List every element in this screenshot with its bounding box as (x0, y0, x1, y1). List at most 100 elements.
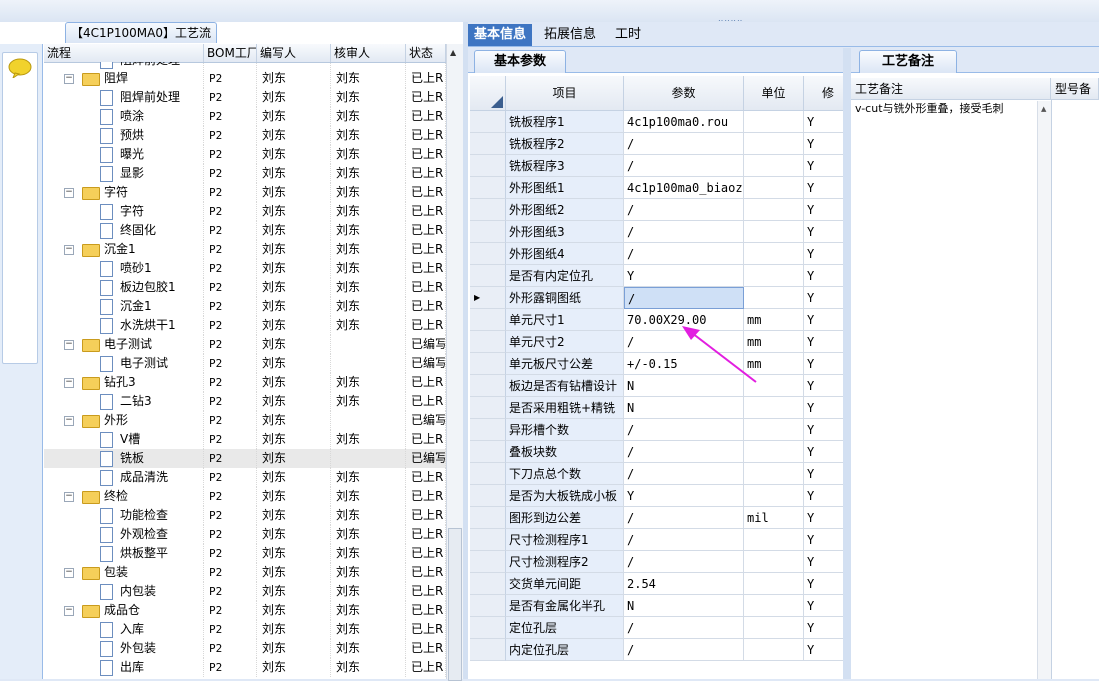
cell-bom[interactable]: P2 (204, 639, 257, 658)
cell-param-value[interactable]: / (624, 551, 744, 573)
row-indicator[interactable] (470, 309, 506, 331)
cell-status[interactable]: 已上R (406, 658, 446, 677)
tree-step-row[interactable]: 喷砂1 P2 刘东 刘东 已上R (44, 259, 446, 278)
cell-unit[interactable] (744, 463, 804, 485)
cell-unit[interactable] (744, 573, 804, 595)
cell-bom[interactable]: P2 (204, 297, 257, 316)
cell-process[interactable]: 内包装 (44, 582, 204, 601)
cell-writer[interactable]: 刘东 (257, 544, 331, 563)
tree-folder-row[interactable]: − 字符 P2 刘东 刘东 已上R (44, 183, 446, 202)
col-header-writer[interactable]: 编写人 (257, 44, 331, 62)
cell-bom[interactable]: P2 (204, 411, 257, 430)
collapse-toggle-icon[interactable]: − (64, 416, 74, 426)
tree-folder-row[interactable]: − 成品仓 P2 刘东 刘东 已上R (44, 601, 446, 620)
cell-reviewer[interactable]: 刘东 (331, 145, 406, 164)
cell-status[interactable]: 已上R (406, 392, 446, 411)
cell-unit[interactable] (744, 551, 804, 573)
cell-unit[interactable] (744, 133, 804, 155)
cell-writer[interactable]: 刘东 (257, 487, 331, 506)
tree-step-row[interactable]: 铣板 P2 刘东 已编写 (44, 449, 446, 468)
row-indicator[interactable] (470, 595, 506, 617)
row-indicator[interactable] (470, 133, 506, 155)
cell-status[interactable]: 已上R (406, 107, 446, 126)
cell-process[interactable]: 终固化 (44, 221, 204, 240)
cell-modify[interactable]: Y (804, 309, 844, 331)
cell-writer[interactable]: 刘东 (257, 278, 331, 297)
cell-modify[interactable]: Y (804, 573, 844, 595)
cell-modify[interactable]: Y (804, 529, 844, 551)
cell-process[interactable]: − 沉金1 (44, 240, 204, 259)
cell-status[interactable]: 已编写 (406, 449, 446, 468)
param-row[interactable]: 单元尺寸2/mm Y (470, 331, 844, 353)
tree-step-row[interactable]: 外观检查 P2 刘东 刘东 已上R (44, 525, 446, 544)
collapse-toggle-icon[interactable]: − (64, 188, 74, 198)
cell-modify[interactable]: Y (804, 133, 844, 155)
tree-step-row[interactable]: 曝光 P2 刘东 刘东 已上R (44, 145, 446, 164)
cell-bom[interactable]: P2 (204, 278, 257, 297)
param-row[interactable]: 板边是否有钻槽设计 N Y (470, 375, 844, 397)
tree-step-row[interactable]: 板边包胶1 P2 刘东 刘东 已上R (44, 278, 446, 297)
tree-step-row[interactable]: 入库 P2 刘东 刘东 已上R (44, 620, 446, 639)
cell-process[interactable]: 板边包胶1 (44, 278, 204, 297)
cell-writer[interactable]: 刘东 (257, 449, 331, 468)
cell-bom[interactable]: P2 (204, 354, 257, 373)
cell-param-value[interactable]: / (624, 529, 744, 551)
tree-step-row[interactable]: 成品清洗 P2 刘东 刘东 已上R (44, 468, 446, 487)
cell-reviewer[interactable]: 刘东 (331, 468, 406, 487)
param-row[interactable]: 是否为大板铣成小板 Y Y (470, 485, 844, 507)
cell-status[interactable]: 已上R (406, 88, 446, 107)
cell-process[interactable]: 预烘 (44, 126, 204, 145)
tree-step-row[interactable]: 阻焊前处理 P2 刘东 刘东 已上R (44, 88, 446, 107)
cell-param-value[interactable]: / (624, 617, 744, 639)
row-indicator[interactable] (470, 419, 506, 441)
cell-unit[interactable] (744, 221, 804, 243)
cell-bom[interactable]: P2 (204, 525, 257, 544)
cell-modify[interactable]: Y (804, 639, 844, 661)
cell-modify[interactable]: Y (804, 375, 844, 397)
tree-folder-row[interactable]: − 电子测试 P2 刘东 已编写 (44, 335, 446, 354)
cell-process[interactable]: 外包装 (44, 639, 204, 658)
cell-param-value[interactable]: / (624, 155, 744, 177)
cell-status[interactable]: 已上R (406, 240, 446, 259)
process-note-text[interactable]: v-cut与铣外形重叠，接受毛刺 (855, 101, 1035, 117)
tab-basic-params[interactable]: 基本参数 (474, 50, 566, 73)
cell-reviewer[interactable]: 刘东 (331, 240, 406, 259)
tree-step-row[interactable]: 功能检查 P2 刘东 刘东 已上R (44, 506, 446, 525)
collapse-toggle-icon[interactable]: − (64, 568, 74, 578)
param-row[interactable]: 下刀点总个数 / Y (470, 463, 844, 485)
cell-writer[interactable]: 刘东 (257, 601, 331, 620)
cell-unit[interactable] (744, 397, 804, 419)
cell-bom[interactable]: P2 (204, 259, 257, 278)
cell-bom[interactable]: P2 (204, 202, 257, 221)
tree-step-row[interactable]: 烘板整平 P2 刘东 刘东 已上R (44, 544, 446, 563)
cell-status[interactable]: 已上R (406, 221, 446, 240)
tree-step-row[interactable]: 水洗烘干1 P2 刘东 刘东 已上R (44, 316, 446, 335)
cell-process[interactable]: 字符 (44, 202, 204, 221)
cell-status[interactable]: 已上R (406, 506, 446, 525)
cell-param-value[interactable]: Y (624, 265, 744, 287)
col-header-unit[interactable]: 单位 (744, 76, 804, 111)
tree-step-row[interactable]: 外包装 P2 刘东 刘东 已上R (44, 639, 446, 658)
row-indicator[interactable] (470, 463, 506, 485)
tree-step-row[interactable]: 二钻3 P2 刘东 刘东 已上R (44, 392, 446, 411)
cell-bom[interactable]: P2 (204, 563, 257, 582)
cell-modify[interactable]: Y (804, 111, 844, 133)
cell-reviewer[interactable]: 刘东 (331, 639, 406, 658)
row-indicator[interactable]: ▶ (470, 287, 506, 309)
cell-status[interactable]: 已上R (406, 202, 446, 221)
row-indicator[interactable] (470, 353, 506, 375)
tree-step-row[interactable]: 喷涂 P2 刘东 刘东 已上R (44, 107, 446, 126)
cell-param-value[interactable]: / (624, 507, 744, 529)
param-row[interactable]: 内定位孔层 / Y (470, 639, 844, 661)
cell-status[interactable]: 已上R (406, 430, 446, 449)
cell-process[interactable]: 二钻3 (44, 392, 204, 411)
chat-bubble-icon[interactable] (8, 58, 32, 78)
scroll-up-icon[interactable]: ▲ (450, 48, 456, 57)
row-indicator[interactable] (470, 639, 506, 661)
cell-bom[interactable]: P2 (204, 544, 257, 563)
cell-param-value[interactable]: / (624, 287, 744, 309)
param-row[interactable]: 异形槽个数 / Y (470, 419, 844, 441)
row-indicator[interactable] (470, 265, 506, 287)
cell-bom[interactable]: P2 (204, 183, 257, 202)
cell-bom[interactable]: P2 (204, 506, 257, 525)
